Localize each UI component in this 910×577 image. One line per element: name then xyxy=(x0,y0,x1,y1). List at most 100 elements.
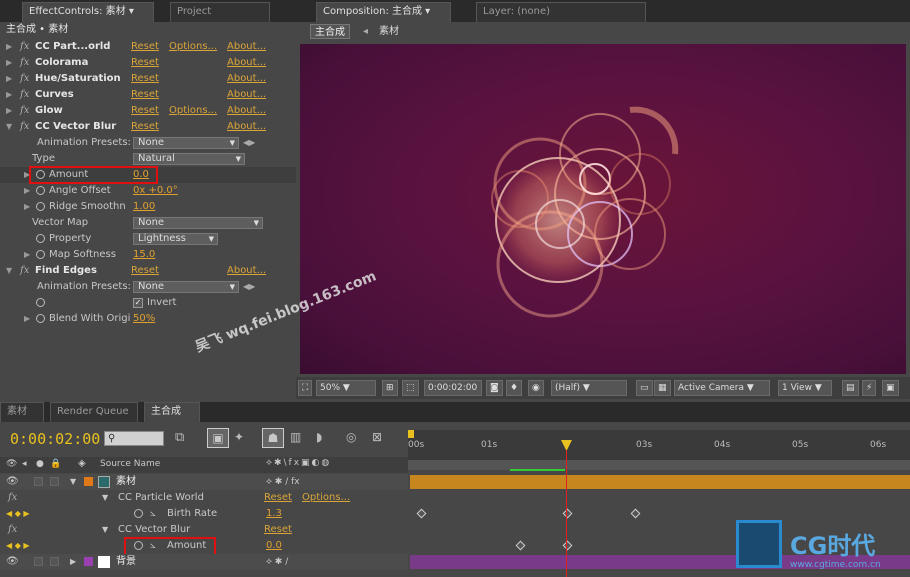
switch-box[interactable] xyxy=(50,477,59,486)
fx-icon[interactable]: fx xyxy=(20,39,29,55)
reset-link[interactable]: Reset xyxy=(131,55,159,71)
about-link[interactable]: About... xyxy=(227,39,266,55)
options-link[interactable]: Options... xyxy=(169,39,217,55)
keyframe[interactable] xyxy=(562,508,573,519)
eye-icon[interactable]: 👁 xyxy=(6,554,19,570)
switch-box[interactable] xyxy=(34,477,43,486)
tab-project[interactable]: Project xyxy=(170,2,270,22)
collapse-icon[interactable]: ▼ xyxy=(6,119,12,135)
timecode-field[interactable]: 0:00:02:00 xyxy=(424,380,482,396)
fx-icon[interactable]: fx xyxy=(20,263,29,279)
expand-icon[interactable]: ▶ xyxy=(6,55,12,71)
layer-name[interactable]: 背景 xyxy=(116,554,136,570)
views-dropdown[interactable]: 1 View ▼ xyxy=(778,380,832,396)
transparency-grid-icon[interactable]: ▦ xyxy=(654,380,671,396)
fx-icon[interactable]: fx xyxy=(8,490,17,506)
layer-row-source[interactable]: 👁 ▼ 素材 ⟡ ✱ / fx xyxy=(0,474,408,490)
solo-icon[interactable]: ● xyxy=(36,459,44,469)
birth-rate-value[interactable]: 1.3 xyxy=(266,506,282,522)
about-link[interactable]: About... xyxy=(227,55,266,71)
expand-icon[interactable]: ▶ xyxy=(24,183,30,199)
options-link[interactable]: Options... xyxy=(302,490,350,506)
source-name-header[interactable]: Source Name xyxy=(100,459,160,469)
label-color-swatch[interactable] xyxy=(84,477,93,486)
about-link[interactable]: About... xyxy=(227,103,266,119)
reset-link[interactable]: Reset xyxy=(131,39,159,55)
region-of-interest-icon[interactable]: ▭ xyxy=(636,380,653,396)
zoom-dropdown[interactable]: 50% ▼ xyxy=(316,380,376,396)
blend-value[interactable]: 50% xyxy=(133,311,155,327)
effect-row-curves[interactable]: ▶ fx Curves Reset About... xyxy=(0,87,296,103)
keyframe[interactable] xyxy=(416,508,427,519)
fx-icon[interactable]: fx xyxy=(20,71,29,87)
effect-row-vector-blur[interactable]: fx ▼ CC Vector Blur Reset xyxy=(0,522,408,538)
composition-viewer[interactable] xyxy=(300,44,906,374)
about-link[interactable]: About... xyxy=(227,263,266,279)
stopwatch-icon[interactable] xyxy=(36,234,45,243)
fx-icon[interactable]: fx xyxy=(20,55,29,71)
stopwatch-icon[interactable] xyxy=(36,186,45,195)
fx-icon[interactable]: fx xyxy=(8,522,17,538)
comp-crumb[interactable]: 主合成 xyxy=(310,24,350,39)
reset-link[interactable]: Reset xyxy=(131,103,159,119)
stopwatch-icon[interactable] xyxy=(36,202,45,211)
lock-icon[interactable]: 🔒 xyxy=(50,459,61,469)
tab-effect-controls[interactable]: EffectControls: 素材 ▾ xyxy=(22,2,154,22)
effect-row-particle-world[interactable]: fx ▼ CC Particle World Reset Options... xyxy=(0,490,408,506)
label-color-swatch[interactable] xyxy=(84,557,93,566)
stopwatch-icon[interactable] xyxy=(36,314,45,323)
angle-offset-value[interactable]: 0x +0.0° xyxy=(133,183,178,199)
toggle-pixel-icon[interactable]: ▤ xyxy=(842,380,859,396)
expand-icon[interactable]: ▶ xyxy=(6,39,12,55)
effect-row-colorama[interactable]: ▶ fx Colorama Reset About... xyxy=(0,55,296,71)
eye-icon[interactable]: 👁 xyxy=(6,459,17,469)
camera-dropdown[interactable]: Active Camera ▼ xyxy=(674,380,770,396)
fx-icon[interactable]: fx xyxy=(20,87,29,103)
amount-value[interactable]: 0.0 xyxy=(266,538,282,554)
type-dropdown[interactable]: Natural ▼ xyxy=(133,153,245,165)
stopwatch-icon[interactable] xyxy=(36,298,45,307)
layer-crumb[interactable]: 素材 xyxy=(379,24,399,39)
tab-render-queue[interactable]: Render Queue xyxy=(50,402,138,422)
comp-flowchart-icon[interactable]: ⧉ xyxy=(175,430,184,445)
layer-bar-source[interactable] xyxy=(410,475,910,489)
collapse-icon[interactable]: ▼ xyxy=(6,263,12,279)
eye-icon[interactable]: 👁 xyxy=(6,474,19,490)
effect-row-cc-vector-blur[interactable]: ▼ fx CC Vector Blur Reset About... xyxy=(0,119,296,135)
layer-name[interactable]: 素材 xyxy=(116,474,136,490)
property-row-birth-rate[interactable]: ◀ ◆ ▶ ⦣ Birth Rate 1.3 xyxy=(0,506,408,522)
keyframe[interactable] xyxy=(630,508,641,519)
audio-icon[interactable]: ◂ xyxy=(22,459,27,469)
collapse-icon[interactable]: ▼ xyxy=(102,490,108,506)
timeline-icon[interactable]: ▣ xyxy=(882,380,899,396)
animation-presets-dropdown[interactable]: None ▼ xyxy=(133,137,239,149)
work-area-bar[interactable] xyxy=(408,460,910,470)
keyframe-nav-icon[interactable]: ◀ ◆ ▶ xyxy=(6,538,30,554)
about-link[interactable]: About... xyxy=(227,119,266,135)
expand-icon[interactable]: ▶ xyxy=(6,103,12,119)
reset-link[interactable]: Reset xyxy=(264,522,292,538)
expand-icon[interactable]: ▶ xyxy=(6,71,12,87)
time-ruler[interactable]: 00s 01s 03s 04s 05s 06s xyxy=(408,430,910,460)
property-dropdown[interactable]: Lightness ▼ xyxy=(133,233,218,245)
reset-link[interactable]: Reset xyxy=(131,87,159,103)
fx-icon[interactable]: fx xyxy=(20,119,29,135)
label-icon[interactable]: ◈ xyxy=(78,458,86,469)
camera-snapshot-icon[interactable]: ◙ xyxy=(486,380,503,396)
collapse-icon[interactable]: ▼ xyxy=(70,474,76,490)
reset-link[interactable]: Reset xyxy=(131,71,159,87)
effect-row-find-edges[interactable]: ▼ fx Find Edges Reset About... xyxy=(0,263,296,279)
expand-icon[interactable]: ▶ xyxy=(6,87,12,103)
frame-blend-icon[interactable]: ▥ xyxy=(290,430,301,444)
tab-timeline-main[interactable]: 主合成 xyxy=(144,402,200,422)
find-edges-presets-dropdown[interactable]: None ▼ xyxy=(133,281,239,293)
layer-row-background[interactable]: 👁 ▶ 背景 ⟡ ✱ / xyxy=(0,554,408,570)
timeline-search-input[interactable]: ⚲ xyxy=(104,431,164,446)
comp-mini-icon[interactable]: ▣ xyxy=(207,428,229,448)
expand-icon[interactable]: ▶ xyxy=(24,199,30,215)
timeline-timecode[interactable]: 0:00:02:00 xyxy=(10,430,100,448)
resolution-dropdown[interactable]: (Half) ▼ xyxy=(551,380,627,396)
about-link[interactable]: About... xyxy=(227,87,266,103)
switch-box[interactable] xyxy=(50,557,59,566)
expand-icon[interactable]: ▶ xyxy=(24,247,30,263)
